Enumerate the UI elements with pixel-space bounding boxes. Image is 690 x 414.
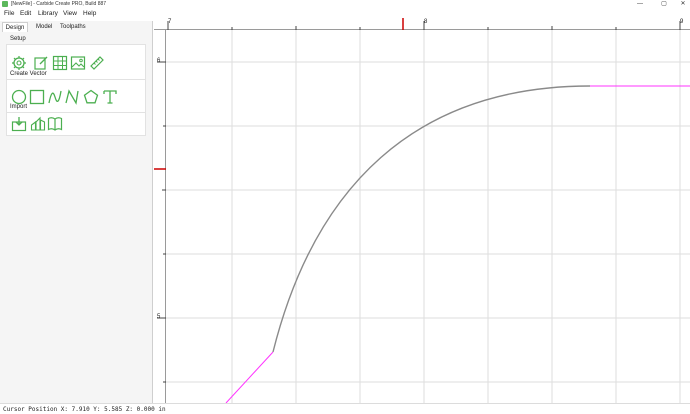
- menu-view[interactable]: View: [63, 9, 77, 19]
- grid-icon[interactable]: [52, 55, 68, 71]
- horizontal-ruler: 7 8 9: [154, 18, 690, 30]
- close-button[interactable]: ✕: [676, 0, 690, 9]
- import-section-label: Import: [10, 104, 28, 110]
- circle-icon[interactable]: [11, 89, 27, 105]
- image-icon[interactable]: [70, 55, 86, 71]
- design-canvas[interactable]: [154, 18, 690, 403]
- window-title: [NewFile] - Carbide Create PRO, Build 88…: [11, 1, 107, 7]
- curve-icon[interactable]: [47, 89, 63, 105]
- tab-model[interactable]: Model: [36, 22, 52, 32]
- create-vector-section-label: Create Vector: [10, 71, 47, 77]
- menu-library[interactable]: Library: [38, 9, 58, 19]
- minimize-button[interactable]: —: [633, 0, 647, 9]
- polygon-icon[interactable]: [83, 89, 99, 105]
- status-bar: Cursor Position X: 7.910 Y: 5.585 Z: 0.0…: [0, 403, 690, 414]
- sidebar-tabs: Design Model Toolpaths: [0, 21, 153, 32]
- ruler-label-8: 8: [424, 19, 428, 25]
- ruler-label-9: 9: [680, 19, 684, 25]
- menu-help[interactable]: Help: [83, 9, 96, 19]
- import-panel: [6, 112, 146, 136]
- library-icon[interactable]: [47, 116, 63, 132]
- ruler-label-6: 6: [157, 58, 161, 64]
- ruler-label-7: 7: [168, 19, 172, 25]
- ruler-icon[interactable]: [89, 55, 105, 71]
- import-icon[interactable]: [11, 116, 27, 132]
- vertical-ruler: 6 5: [154, 30, 166, 403]
- tab-design[interactable]: Design: [2, 22, 28, 32]
- cursor-position-readout: Cursor Position X: 7.910 Y: 5.585 Z: 0.0…: [3, 406, 166, 413]
- selected-curve-left-segment: [225, 351, 274, 403]
- ruler-label-5: 5: [157, 314, 161, 320]
- menu-edit[interactable]: Edit: [20, 9, 31, 19]
- maximize-button[interactable]: ▢: [657, 0, 671, 9]
- polyline-icon[interactable]: [64, 89, 80, 105]
- text-icon[interactable]: [102, 89, 118, 105]
- app-logo-icon: [2, 1, 8, 7]
- title-bar: [NewFile] - Carbide Create PRO, Build 88…: [0, 0, 690, 9]
- design-sidebar: Design Model Toolpaths Setup Create Vect…: [0, 21, 153, 403]
- rectangle-icon[interactable]: [29, 89, 45, 105]
- setup-section-label: Setup: [10, 36, 26, 42]
- import-3d-icon[interactable]: [30, 116, 46, 132]
- menu-file[interactable]: File: [4, 9, 14, 19]
- gear-icon[interactable]: [11, 55, 27, 71]
- tab-toolpaths[interactable]: Toolpaths: [60, 22, 86, 32]
- edit-icon[interactable]: [33, 55, 49, 71]
